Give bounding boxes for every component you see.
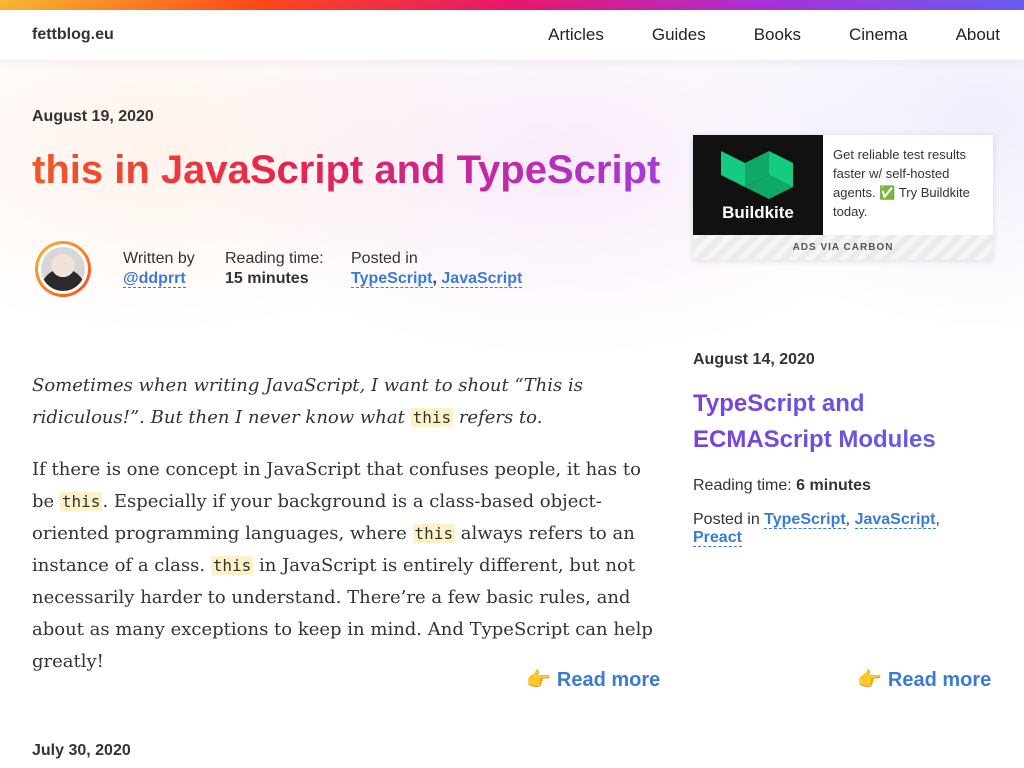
tag-link-javascript[interactable]: JavaScript [441,270,523,288]
post-title-link[interactable]: this in JavaScript and TypeScript [32,148,660,193]
next-post-date: July 30, 2020 [32,742,131,759]
side-tag-link-javascript[interactable]: JavaScript [854,511,936,529]
inline-code: this [410,408,454,427]
reading-time-label: Reading time: [225,250,324,267]
side-reading-label: Reading time: [693,477,792,494]
inline-code: this [412,524,456,543]
inline-code: this [210,556,254,575]
ad-text-link[interactable]: Get reliable test results faster w/ self… [833,145,983,221]
meta-reading-time: Reading time: 15 minutes [225,250,324,288]
post-excerpt: Sometimes when writing JavaScript, I wan… [32,370,664,678]
ads-via-carbon-link[interactable]: ADS VIA CARBON [693,235,993,260]
author-link[interactable]: @ddprrt [123,270,186,288]
reading-time-value: 15 minutes [225,270,309,287]
side-reading-time: Reading time: 6 minutes [693,477,993,495]
author-avatar[interactable] [35,241,91,297]
side-post-date: August 14, 2020 [693,351,815,368]
buildkite-logo-icon [721,151,793,199]
side-post-title-link[interactable]: TypeScript and ECMAScript Modules [693,386,993,458]
pointing-hand-icon: 👉 [526,669,551,691]
post-paragraph: If there is one concept in JavaScript th… [32,459,653,672]
post-lead: Sometimes when writing JavaScript, I wan… [32,375,583,428]
side-posted-label: Posted in [693,511,760,528]
read-more-link-main[interactable]: 👉 Read more [526,667,660,692]
side-posted-in: Posted in TypeScript, JavaScript, Preact [693,511,940,547]
site-header: fettblog.eu Articles Guides Books Cinema… [0,10,1024,60]
tag-link-typescript[interactable]: TypeScript [351,270,433,288]
site-brand-link[interactable]: fettblog.eu [32,26,114,44]
ad-brand-name: Buildkite [722,203,794,222]
ad-logo[interactable]: Buildkite [693,135,823,235]
written-by-label: Written by [123,250,195,267]
meta-author: Written by @ddprrt [123,250,195,288]
nav-about[interactable]: About [956,25,1000,45]
post-date: August 19, 2020 [32,108,154,125]
carbon-ad[interactable]: Buildkite Get reliable test results fast… [693,135,993,260]
avatar-photo [41,247,85,291]
side-tag-link-preact[interactable]: Preact [693,529,742,547]
posted-in-label: Posted in [351,250,418,267]
nav-cinema[interactable]: Cinema [849,25,908,45]
pointing-hand-icon: 👉 [857,669,882,691]
nav-guides[interactable]: Guides [652,25,706,45]
read-more-link-side[interactable]: 👉 Read more [857,667,991,692]
nav-books[interactable]: Books [754,25,801,45]
main-nav: Articles Guides Books Cinema About [500,25,1000,45]
inline-code: this [59,492,103,511]
side-tag-link-typescript[interactable]: TypeScript [764,511,846,529]
top-gradient-bar [0,0,1024,10]
nav-articles[interactable]: Articles [548,25,604,45]
side-reading-value: 6 minutes [796,477,871,494]
meta-posted-in: Posted in TypeScript, JavaScript [351,250,523,288]
